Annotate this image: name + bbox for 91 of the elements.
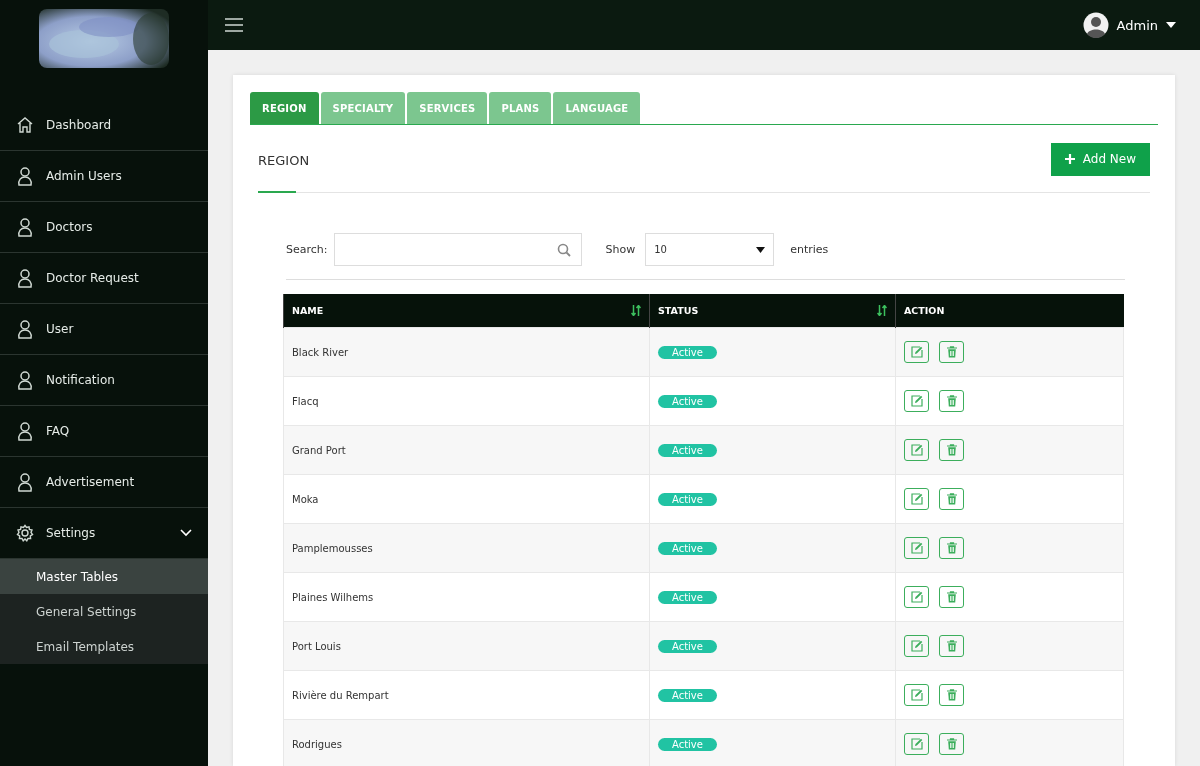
user-icon — [17, 370, 33, 390]
delete-button[interactable] — [939, 537, 964, 559]
edit-button[interactable] — [904, 586, 929, 608]
table-cell: Grand Port — [283, 425, 650, 475]
status-badge: Active — [658, 688, 717, 702]
user-name[interactable]: Admin — [1116, 17, 1158, 33]
page-size-select[interactable]: 10 — [645, 233, 775, 266]
delete-button[interactable] — [939, 635, 964, 657]
edit-button[interactable] — [904, 537, 929, 559]
sidebar-item[interactable]: Notification — [0, 355, 208, 406]
trash-icon — [946, 542, 957, 554]
trash-icon — [946, 640, 957, 652]
trash-icon — [946, 591, 957, 603]
trash-icon — [946, 689, 957, 701]
avatar-icon — [1082, 12, 1109, 38]
trash-icon — [946, 346, 957, 358]
table-cell: Rivière du Rempart — [283, 670, 650, 720]
table-cell: Plaines Wilhems — [283, 572, 650, 622]
status-badge: Active — [658, 541, 717, 555]
status-badge: Active — [658, 394, 717, 408]
trash-icon — [946, 395, 957, 407]
edit-icon — [910, 395, 923, 407]
sidebar-item[interactable]: FAQ — [0, 406, 208, 457]
table-cell: Pamplemousses — [283, 523, 650, 573]
submenu-item[interactable]: General Settings — [0, 594, 208, 629]
search-label: Search: — [286, 243, 328, 256]
edit-icon — [910, 346, 923, 358]
edit-icon — [910, 689, 923, 701]
table-cell: Rodrigues — [283, 719, 650, 766]
edit-icon — [910, 640, 923, 652]
edit-button[interactable] — [904, 733, 929, 755]
submenu-item[interactable]: Master Tables — [0, 559, 208, 594]
user-icon — [17, 268, 33, 288]
user-icon — [17, 472, 33, 492]
status-badge: Active — [658, 639, 717, 653]
trash-icon — [946, 738, 957, 750]
sidebar-item[interactable]: Doctor Request — [0, 253, 208, 304]
sidebar-item[interactable]: Advertisement — [0, 457, 208, 508]
table-cell: Moka — [283, 474, 650, 524]
edit-icon — [910, 444, 923, 456]
edit-icon — [910, 493, 923, 505]
edit-button[interactable] — [904, 341, 929, 363]
delete-button[interactable] — [939, 488, 964, 510]
section-title: REGION — [258, 152, 310, 170]
sidebar-item[interactable]: Dashboard — [0, 100, 208, 151]
delete-button[interactable] — [939, 341, 964, 363]
status-badge: Active — [658, 345, 717, 359]
sidebar-item[interactable]: Admin Users — [0, 151, 208, 202]
sidebar-item[interactable]: User — [0, 304, 208, 355]
settings-icon — [16, 524, 34, 542]
search-icon — [556, 242, 571, 257]
table-cell: Black River — [283, 327, 650, 377]
column-header[interactable]: NAME — [283, 294, 650, 328]
edit-icon — [910, 591, 923, 603]
delete-button[interactable] — [939, 684, 964, 706]
status-badge: Active — [658, 492, 717, 506]
delete-button[interactable] — [939, 390, 964, 412]
user-icon — [17, 217, 33, 237]
user-icon — [17, 166, 33, 186]
tab[interactable]: REGION — [250, 92, 319, 124]
column-header[interactable]: STATUS — [649, 294, 896, 328]
edit-button[interactable] — [904, 635, 929, 657]
home-icon — [16, 116, 34, 134]
status-badge: Active — [658, 737, 717, 751]
search-field[interactable] — [333, 233, 582, 266]
trash-icon — [946, 493, 957, 505]
edit-icon — [910, 738, 923, 750]
column-header: ACTION — [895, 294, 1124, 328]
show-label: Show — [605, 243, 636, 256]
caret-icon[interactable] — [1166, 22, 1176, 28]
delete-button[interactable] — [939, 586, 964, 608]
submenu-item[interactable]: Email Templates — [0, 629, 208, 664]
delete-button[interactable] — [939, 439, 964, 461]
table-cell: Port Louis — [283, 621, 650, 671]
menu-icon[interactable] — [224, 17, 244, 33]
sidebar-item[interactable]: Doctors — [0, 202, 208, 253]
user-icon — [17, 421, 33, 441]
edit-icon — [910, 542, 923, 554]
delete-button[interactable] — [939, 733, 964, 755]
edit-button[interactable] — [904, 390, 929, 412]
caret-icon — [756, 246, 766, 253]
status-badge: Active — [658, 590, 717, 604]
plus-icon — [1064, 154, 1075, 164]
user-icon — [17, 319, 33, 339]
edit-button[interactable] — [904, 439, 929, 461]
edit-button[interactable] — [904, 488, 929, 510]
status-badge: Active — [658, 443, 717, 457]
table-cell: Flacq — [283, 376, 650, 426]
edit-button[interactable] — [904, 684, 929, 706]
trash-icon — [946, 444, 957, 456]
entries-label: entries — [790, 243, 829, 256]
